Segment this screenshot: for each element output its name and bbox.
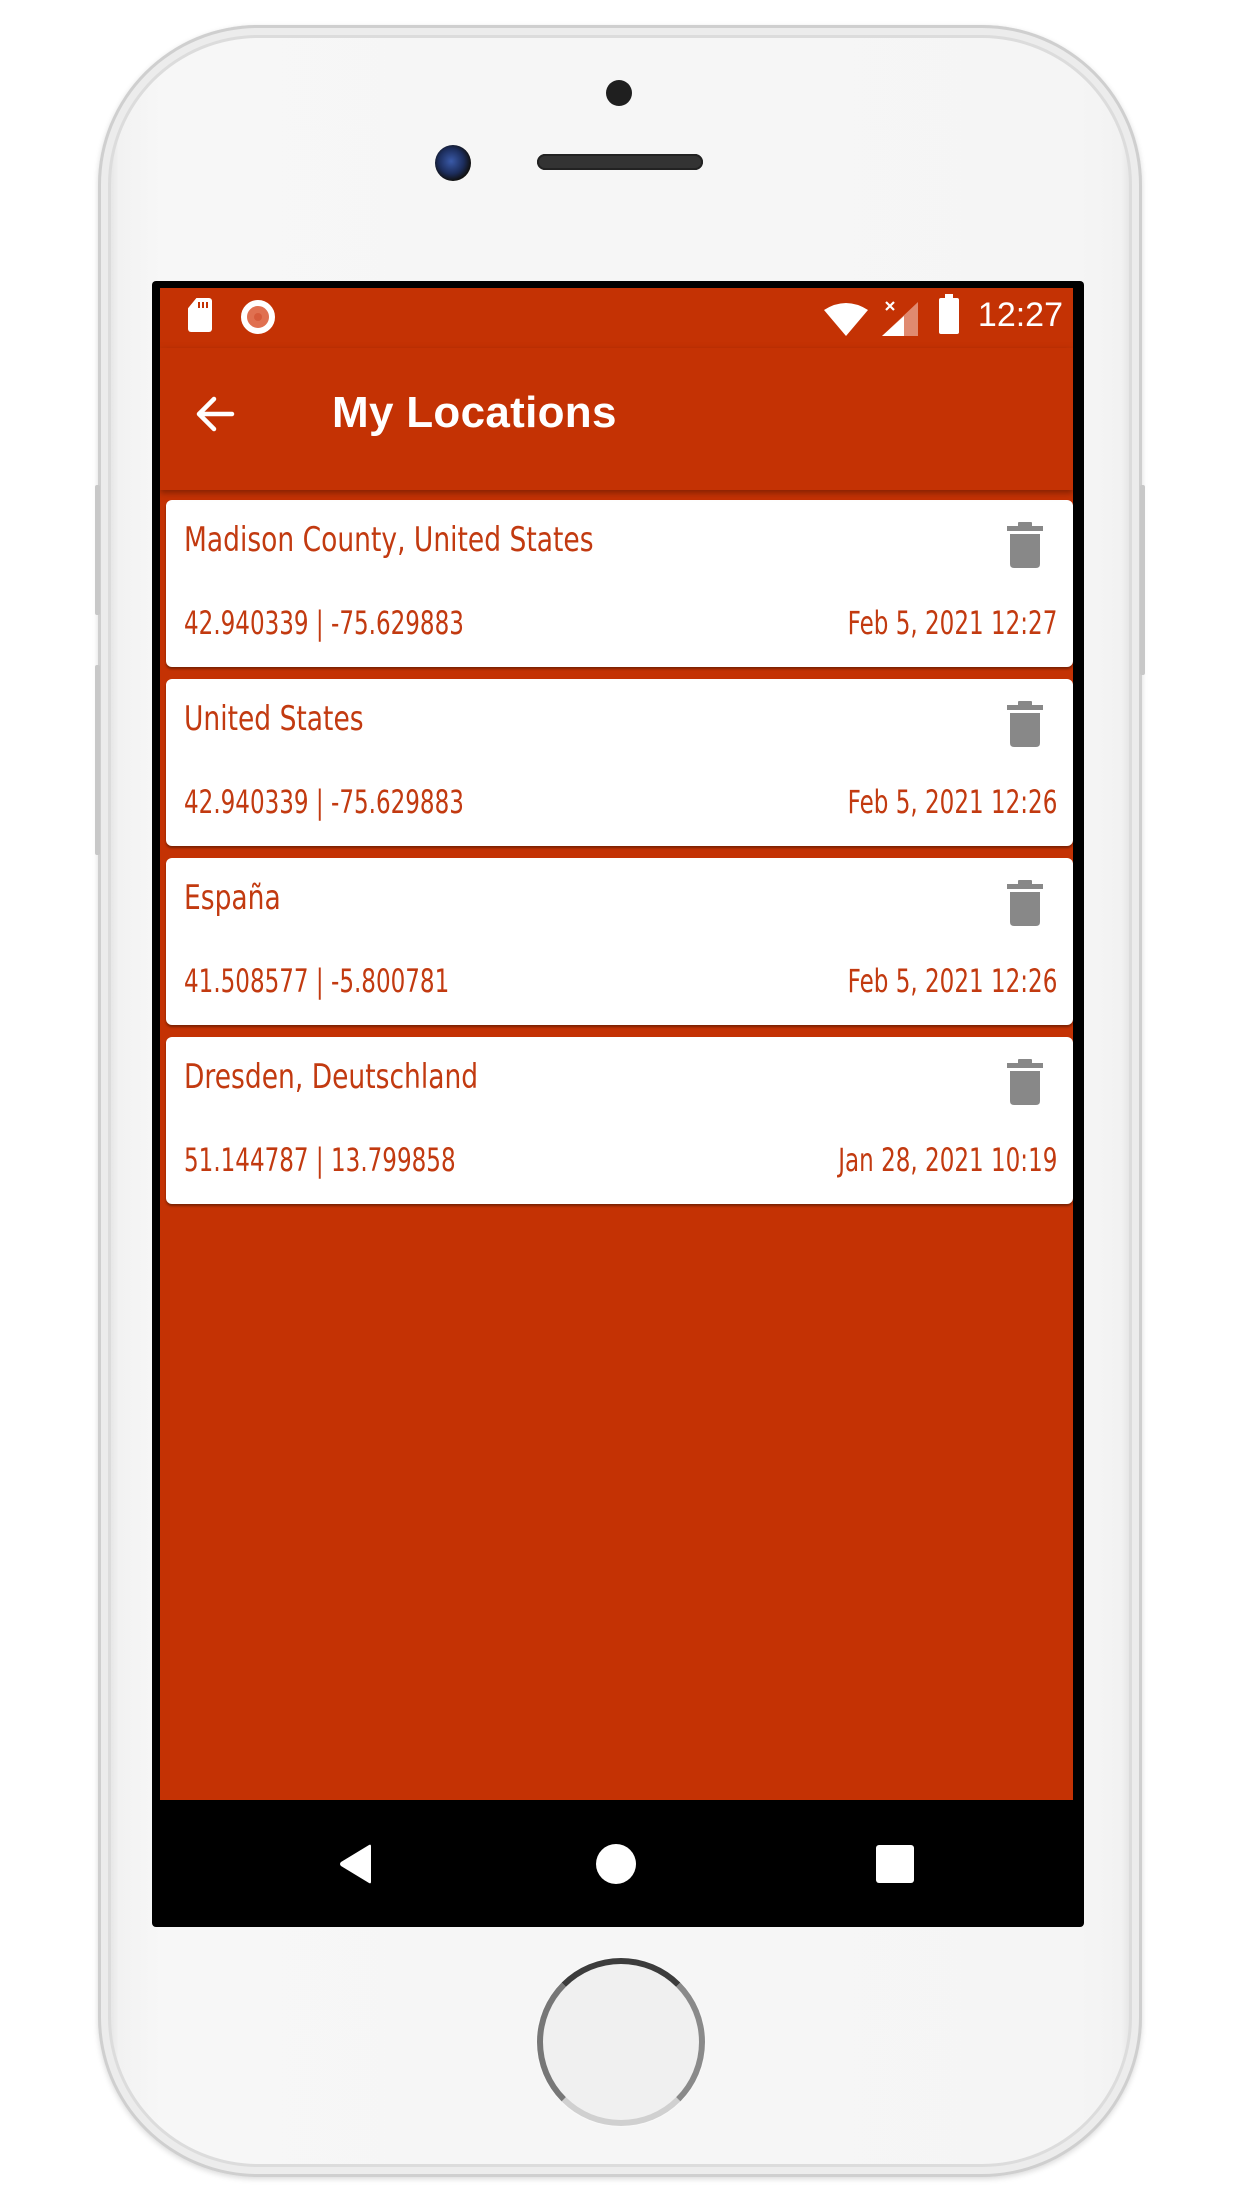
location-card[interactable]: España 41.508577 | -5.800781 Feb 5, 2021… [166, 858, 1073, 1025]
location-name: España [184, 878, 281, 918]
delete-button[interactable] [1005, 878, 1045, 928]
back-button[interactable] [188, 386, 244, 442]
nav-back-icon [340, 1844, 371, 1884]
nav-recents-icon [876, 1845, 914, 1883]
arrow-left-icon [196, 396, 235, 432]
hardware-home-button[interactable] [537, 1958, 705, 2126]
earpiece-speaker [537, 154, 703, 170]
location-coordinates: 51.144787 | 13.799858 [184, 1141, 456, 1179]
location-name: Dresden, Deutschland [184, 1057, 479, 1097]
nav-back-button[interactable] [335, 1842, 379, 1886]
locations-list: Madison County, United States 42.940339 … [166, 500, 1073, 1216]
wifi-icon [824, 303, 868, 336]
location-coordinates: 42.940339 | -75.629883 [184, 783, 464, 821]
location-coordinates: 42.940339 | -75.629883 [184, 604, 464, 642]
page-title: My Locations [332, 388, 617, 437]
location-coordinates: 41.508577 | -5.800781 [184, 962, 450, 1000]
location-date: Feb 5, 2021 12:27 [847, 604, 1057, 642]
location-card[interactable]: United States 42.940339 | -75.629883 Feb… [166, 679, 1073, 846]
location-card[interactable]: Dresden, Deutschland 51.144787 | 13.7998… [166, 1037, 1073, 1204]
recording-icon [241, 300, 275, 334]
proximity-sensor [606, 80, 632, 106]
signal-no-sim-icon [882, 301, 918, 336]
location-card[interactable]: Madison County, United States 42.940339 … [166, 500, 1073, 667]
delete-button[interactable] [1005, 699, 1045, 749]
app-bar: My Locations [160, 348, 1073, 490]
location-name: United States [184, 699, 364, 739]
delete-button[interactable] [1005, 520, 1045, 570]
trash-icon [1007, 1059, 1043, 1105]
location-name: Madison County, United States [184, 520, 594, 560]
nav-recents-button[interactable] [873, 1842, 917, 1886]
nav-home-icon [596, 1844, 636, 1884]
status-bar: 12:27 [160, 288, 1073, 348]
nav-home-button[interactable] [594, 1842, 638, 1886]
trash-icon [1007, 522, 1043, 568]
front-camera [435, 145, 471, 181]
battery-icon [939, 294, 959, 334]
system-navigation-bar [160, 1800, 1073, 1924]
trash-icon [1007, 880, 1043, 926]
location-date: Feb 5, 2021 12:26 [847, 962, 1057, 1000]
trash-icon [1007, 701, 1043, 747]
status-clock: 12:27 [977, 296, 1063, 334]
delete-button[interactable] [1005, 1057, 1045, 1107]
phone-side-button-power [1140, 485, 1145, 675]
phone-side-button-volume-up [95, 485, 100, 615]
location-date: Feb 5, 2021 12:26 [847, 783, 1057, 821]
sd-card-icon [188, 298, 212, 332]
screen: 12:27 My Locations Madison County, Unite… [160, 288, 1073, 1924]
location-date: Jan 28, 2021 10:19 [837, 1141, 1057, 1179]
phone-side-button-volume-down [95, 665, 100, 855]
